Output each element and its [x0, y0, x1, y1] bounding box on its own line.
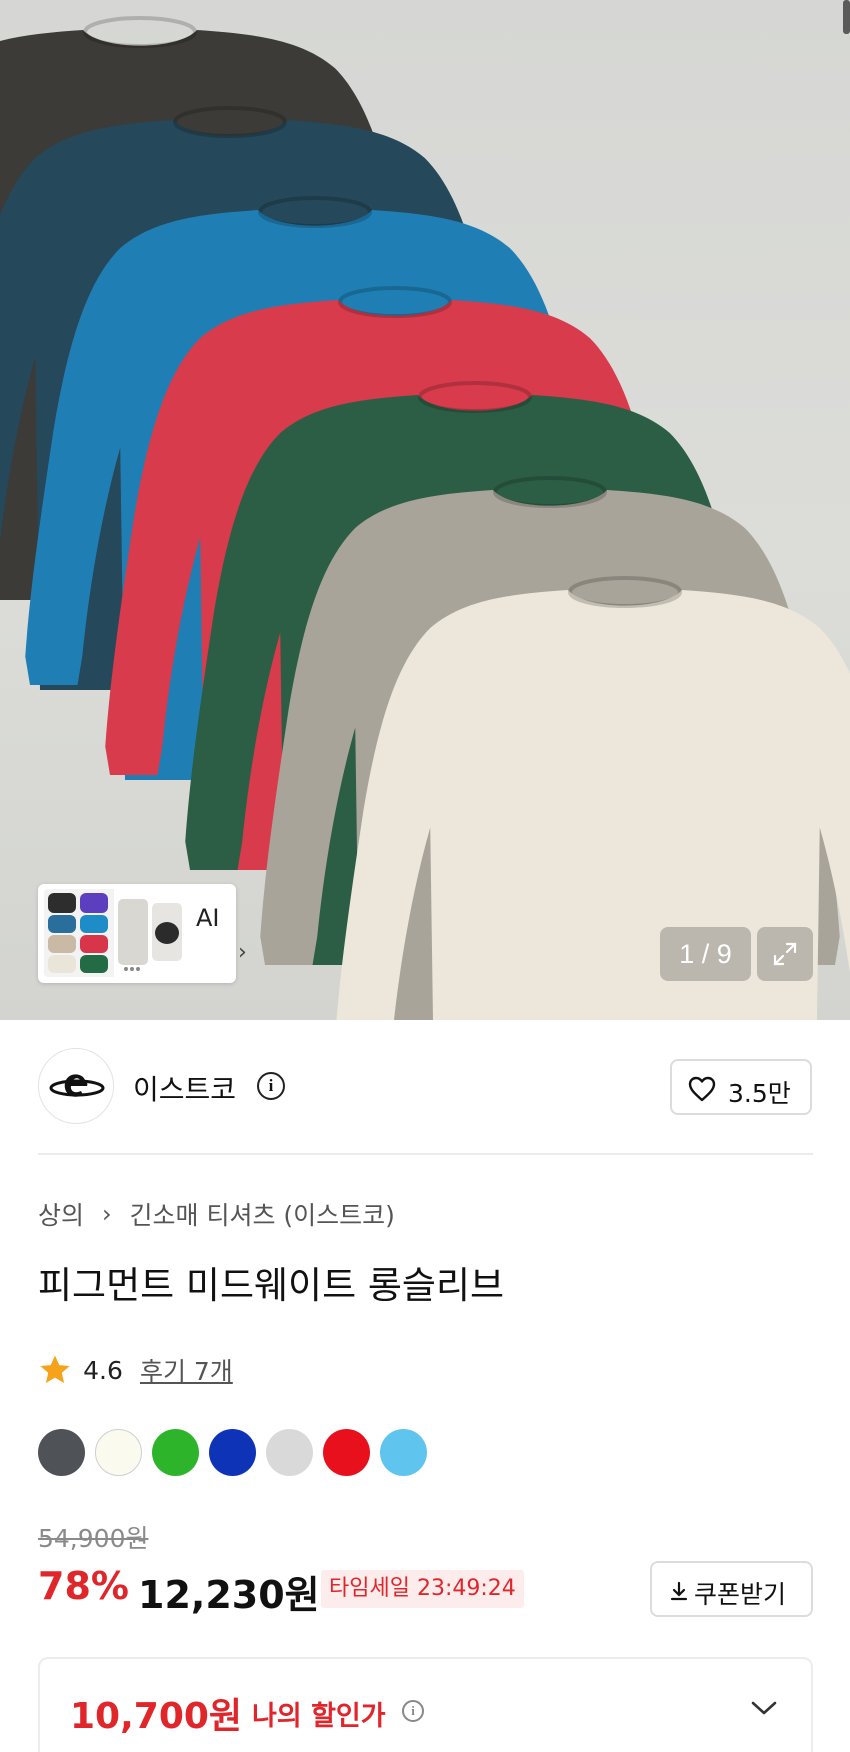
my-discount-price: 10,700원	[70, 1696, 243, 1737]
ai-label: AI	[196, 904, 220, 932]
brand-name[interactable]: 이스트코	[133, 1068, 236, 1108]
coupon-download-button[interactable]: 쿠폰받기	[650, 1561, 813, 1617]
color-swatch-red[interactable]	[323, 1429, 370, 1476]
brand-logo[interactable]	[38, 1048, 114, 1124]
product-photo	[0, 16, 850, 1020]
ai-style-recommendation-button[interactable]: AI ›	[38, 884, 247, 983]
expand-image-button[interactable]	[757, 927, 813, 981]
my-discount-price-panel[interactable]: 10,700원 나의 할인가 i	[38, 1657, 813, 1752]
scrollbar-thumb[interactable]	[843, 0, 850, 34]
sale-price: 12,230원	[138, 1573, 320, 1617]
info-circle-icon[interactable]: i	[402, 1700, 424, 1722]
breadcrumb-item-category[interactable]: 상의	[38, 1196, 84, 1232]
color-swatch-blue[interactable]	[209, 1429, 256, 1476]
rating-score: 4.6	[83, 1355, 123, 1385]
download-icon	[670, 1581, 688, 1601]
color-swatch-charcoal[interactable]	[38, 1429, 85, 1476]
chevron-right-icon: ›	[238, 940, 247, 965]
image-page-indicator: 1 / 9	[660, 927, 751, 981]
coupon-label: 쿠폰받기	[694, 1580, 787, 1609]
product-image-gallery[interactable]: AI › 1 / 9	[0, 0, 850, 1020]
breadcrumb: 상의 › 긴소매 티셔츠 (이스트코)	[38, 1196, 395, 1232]
breadcrumb-item-subcategory[interactable]: 긴소매 티셔츠 (이스트코)	[130, 1196, 395, 1232]
divider	[38, 1153, 813, 1155]
color-swatch-ivory[interactable]	[95, 1429, 142, 1476]
color-swatch-light-gray[interactable]	[266, 1429, 313, 1476]
timesale-badge: 타임세일 23:49:24	[321, 1570, 524, 1608]
chevron-right-icon: ›	[101, 1200, 112, 1228]
original-price: 54,900원	[38, 1524, 149, 1553]
brand-logo-e-icon	[49, 1074, 105, 1097]
my-discount-label: 나의 할인가	[252, 1701, 386, 1732]
discount-rate: 78%	[38, 1564, 129, 1608]
ai-collage-thumbnail	[44, 889, 187, 977]
color-swatch-sky-blue[interactable]	[380, 1429, 427, 1476]
heart-outline-icon	[688, 1076, 716, 1102]
info-circle-icon[interactable]: i	[257, 1072, 285, 1100]
expand-arrows-icon	[773, 942, 797, 966]
chevron-down-icon[interactable]	[750, 1699, 778, 1717]
star-icon	[40, 1355, 70, 1384]
review-count-link[interactable]: 후기 7개	[140, 1352, 233, 1388]
like-count: 3.5만	[728, 1079, 791, 1108]
product-title: 피그먼트 미드웨이트 롱슬리브	[38, 1264, 505, 1307]
like-button[interactable]: 3.5만	[670, 1059, 812, 1115]
color-swatch-green[interactable]	[152, 1429, 199, 1476]
rating-row: 4.6 후기 7개	[38, 1352, 233, 1388]
